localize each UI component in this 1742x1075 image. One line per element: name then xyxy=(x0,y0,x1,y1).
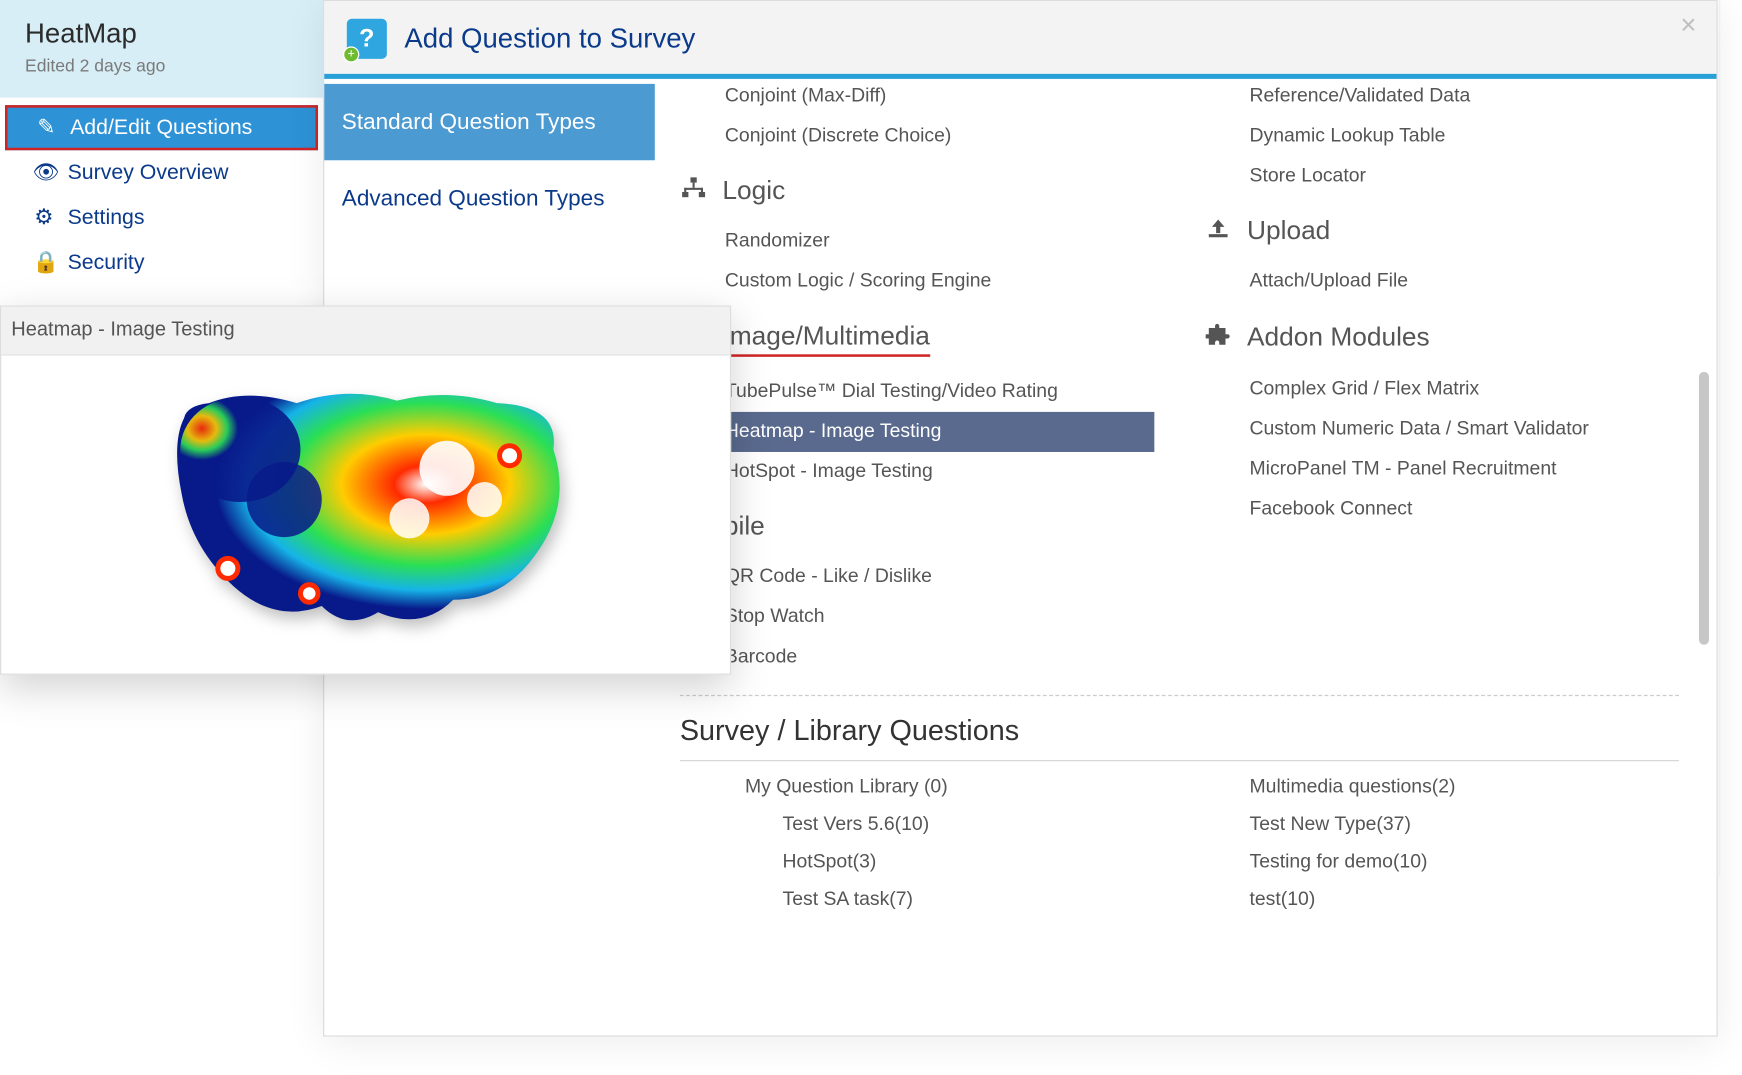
sidebar-item-overview[interactable]: 👁 Survey Overview xyxy=(0,150,323,195)
option-barcode[interactable]: Barcode xyxy=(680,637,1155,677)
last-edited: Edited 2 days ago xyxy=(25,55,298,75)
option-complex-grid[interactable]: Complex Grid / Flex Matrix xyxy=(1204,369,1679,409)
upload-icon xyxy=(1204,217,1232,247)
option-qr-code[interactable]: QR Code - Like / Dislike xyxy=(680,557,1155,597)
section-addon-modules: Addon Modules xyxy=(1204,322,1679,355)
option-randomizer[interactable]: Randomizer xyxy=(680,222,1155,262)
option-stop-watch[interactable]: Stop Watch xyxy=(680,597,1155,637)
section-library-title: Survey / Library Questions xyxy=(680,714,1679,762)
sitemap-icon xyxy=(680,177,708,207)
lib-my-question-library[interactable]: My Question Library (0) xyxy=(680,769,1155,807)
divider xyxy=(680,695,1679,696)
sidebar-item-label: Survey Overview xyxy=(68,160,229,185)
option-hotspot-image-testing[interactable]: HotSpot - Image Testing xyxy=(680,452,1155,492)
option-custom-numeric[interactable]: Custom Numeric Data / Smart Validator xyxy=(1204,409,1679,449)
option-tubepulse[interactable]: TubePulse™ Dial Testing/Video Rating xyxy=(680,372,1155,412)
lock-icon: 🔒 xyxy=(33,250,56,275)
section-upload: Upload xyxy=(1204,217,1679,247)
survey-name: HeatMap xyxy=(25,18,298,51)
sidebar-item-settings[interactable]: ⚙ Settings xyxy=(0,195,323,240)
lib-test-new-type[interactable]: Test New Type(37) xyxy=(1204,806,1679,844)
tab-advanced-types[interactable]: Advanced Question Types xyxy=(324,160,655,236)
option-custom-logic[interactable]: Custom Logic / Scoring Engine xyxy=(680,262,1155,302)
lib-hotspot[interactable]: HotSpot(3) xyxy=(680,844,1155,882)
sidebar-item-security[interactable]: 🔒 Security xyxy=(0,240,323,285)
scrollbar[interactable] xyxy=(1699,372,1709,645)
sidebar: HeatMap Edited 2 days ago ✎ Add/Edit Que… xyxy=(0,0,323,285)
option-reference-validated[interactable]: Reference/Validated Data xyxy=(1204,84,1679,117)
lib-multimedia[interactable]: Multimedia questions(2) xyxy=(1204,769,1679,807)
right-column: Reference/Validated Data Dynamic Lookup … xyxy=(1204,91,1679,677)
sidebar-item-label: Security xyxy=(68,250,145,275)
section-mobile: 📱 Mobile xyxy=(657,512,1154,542)
sidebar-item-edit-questions[interactable]: ✎ Add/Edit Questions xyxy=(5,105,318,150)
lib-testing-demo[interactable]: Testing for demo(10) xyxy=(1204,844,1679,882)
question-icon: + xyxy=(347,19,387,59)
sidebar-item-label: Add/Edit Questions xyxy=(70,115,252,140)
page-edge xyxy=(1719,0,1742,876)
section-image-multimedia: Image/Multimedia xyxy=(680,322,1155,357)
puzzle-icon xyxy=(1204,322,1232,355)
heatmap-preview-image xyxy=(159,381,572,644)
section-logic: Logic xyxy=(680,177,1155,207)
sidebar-header: HeatMap Edited 2 days ago xyxy=(0,0,323,98)
lib-test-sa-task[interactable]: Test SA task(7) xyxy=(680,881,1155,919)
option-attach-upload[interactable]: Attach/Upload File xyxy=(1204,262,1679,302)
question-type-tabs: Standard Question Types Advanced Questio… xyxy=(324,84,655,237)
lib-test[interactable]: test(10) xyxy=(1204,881,1679,919)
modal-title: Add Question to Survey xyxy=(404,23,695,56)
gear-icon: ⚙ xyxy=(33,205,56,230)
library-right-column: Multimedia questions(2) Test New Type(37… xyxy=(1204,769,1679,919)
option-micropanel[interactable]: MicroPanel TM - Panel Recruitment xyxy=(1204,449,1679,489)
close-icon[interactable]: × xyxy=(1680,9,1696,42)
left-column: Conjoint (Max-Diff) Conjoint (Discrete C… xyxy=(680,91,1155,677)
preview-body xyxy=(1,356,730,674)
option-heatmap-image-testing[interactable]: Heatmap - Image Testing xyxy=(680,412,1155,452)
edit-icon: ✎ xyxy=(35,115,58,140)
tab-standard-types[interactable]: Standard Question Types xyxy=(324,84,655,160)
option-conjoint-maxdiff[interactable]: Conjoint (Max-Diff) xyxy=(680,84,1155,117)
sidebar-item-label: Settings xyxy=(68,205,145,230)
option-dynamic-lookup[interactable]: Dynamic Lookup Table xyxy=(1204,116,1679,156)
option-store-locator[interactable]: Store Locator xyxy=(1204,157,1679,197)
library-left-column: My Question Library (0) Test Vers 5.6(10… xyxy=(680,769,1155,919)
option-facebook-connect[interactable]: Facebook Connect xyxy=(1204,490,1679,530)
eye-icon: 👁 xyxy=(33,160,56,185)
modal-header: + Add Question to Survey × xyxy=(324,1,1716,79)
lib-test-vers[interactable]: Test Vers 5.6(10) xyxy=(680,806,1155,844)
question-types-list: Conjoint (Max-Diff) Conjoint (Discrete C… xyxy=(655,84,1717,1036)
preview-title: Heatmap - Image Testing xyxy=(1,307,730,356)
option-conjoint-discrete[interactable]: Conjoint (Discrete Choice) xyxy=(680,116,1155,156)
plus-badge-icon: + xyxy=(343,46,359,62)
sidebar-nav: ✎ Add/Edit Questions 👁 Survey Overview ⚙… xyxy=(0,98,323,286)
preview-popup: Heatmap - Image Testing xyxy=(0,305,731,674)
